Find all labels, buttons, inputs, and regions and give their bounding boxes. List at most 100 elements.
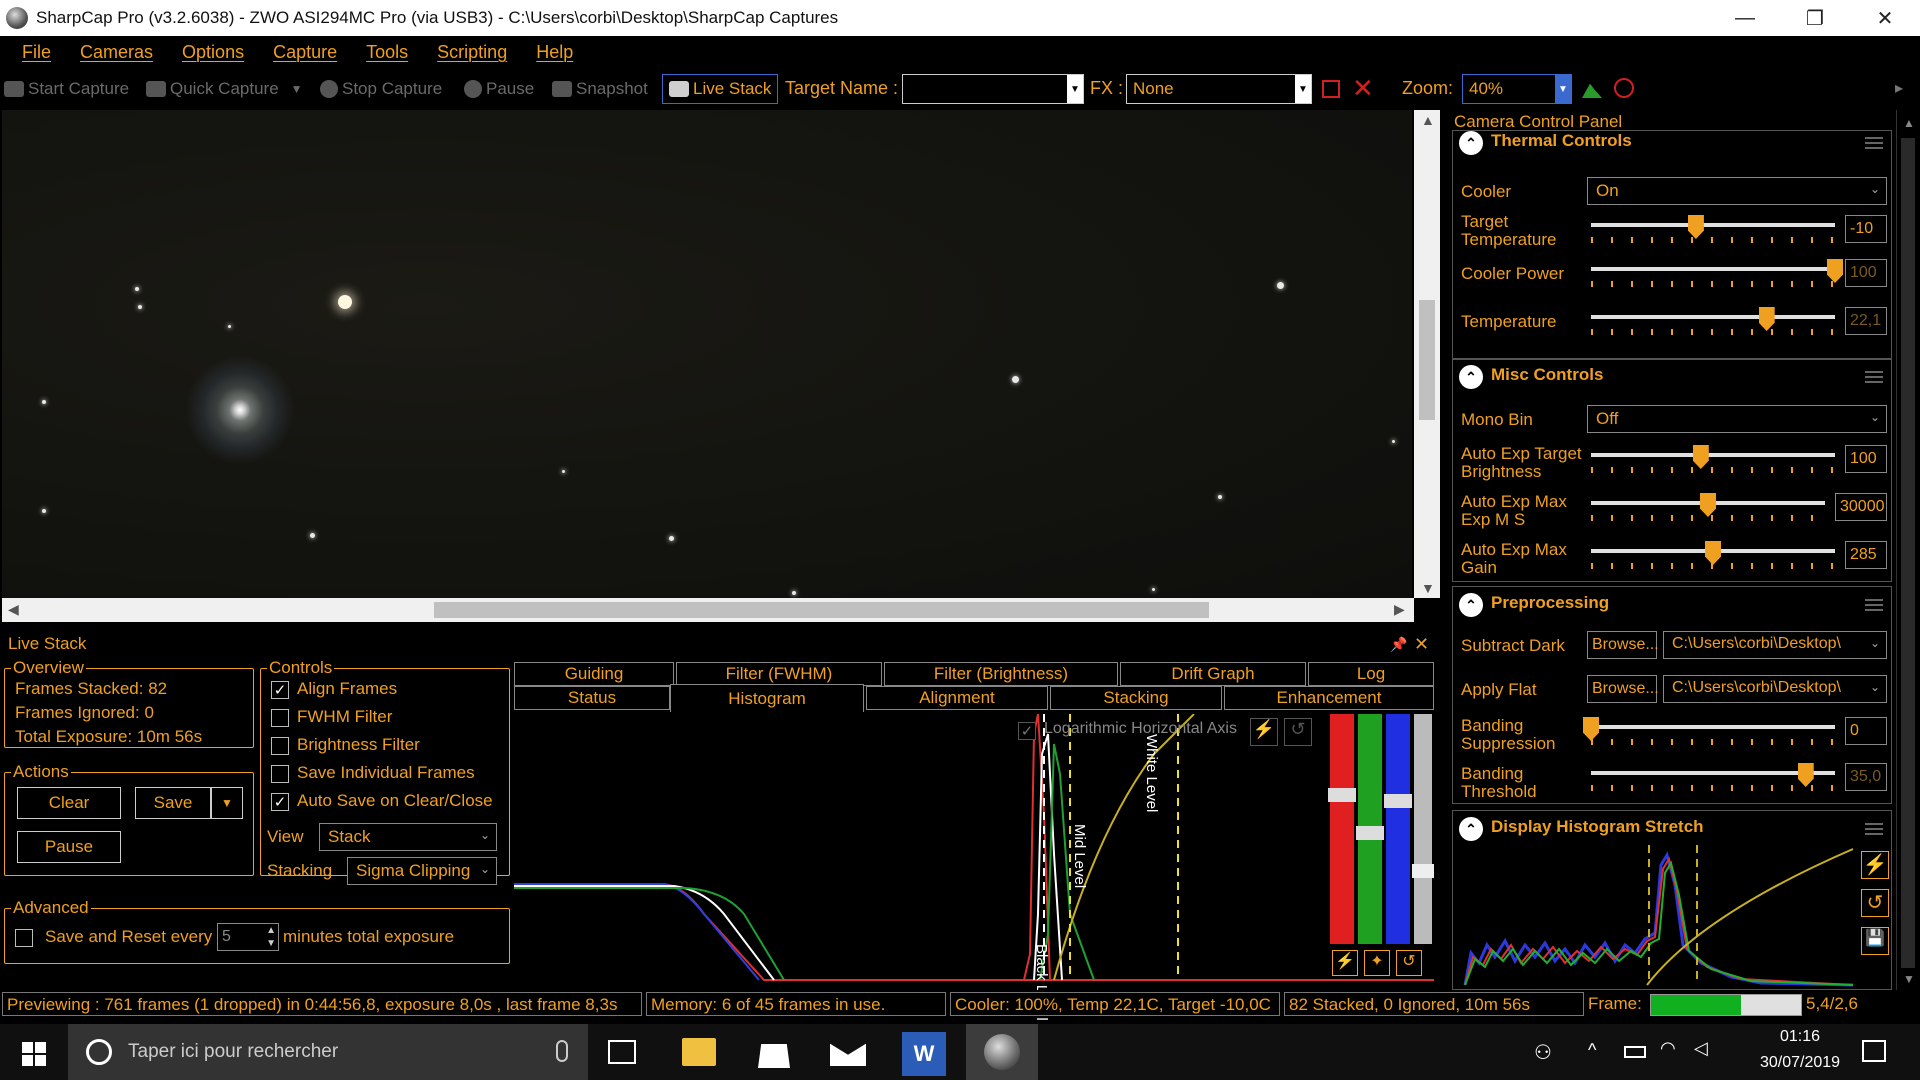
quick-capture-button[interactable]: Quick Capture ▼: [146, 76, 303, 102]
blue-balance-slider[interactable]: [1384, 714, 1412, 944]
taskbar-search-box[interactable]: Taper ici pour rechercher: [68, 1024, 588, 1080]
focus-icon[interactable]: [1614, 78, 1634, 98]
minimize-button[interactable]: —: [1710, 0, 1780, 36]
pin-icon[interactable]: 📌: [1390, 636, 1407, 653]
save-reset-checkbox[interactable]: [15, 929, 33, 947]
fwhm-filter-checkbox[interactable]: [271, 709, 289, 727]
auto-stretch-icon[interactable]: ⚡: [1861, 851, 1889, 879]
dark-file-select[interactable]: C:\Users\corbi\Desktop\ ⌄: [1663, 631, 1887, 659]
scroll-left-arrow-icon[interactable]: ◀: [8, 601, 19, 618]
menu-capture[interactable]: Capture: [273, 42, 337, 63]
slider-knob[interactable]: [1827, 259, 1843, 283]
flat-file-select[interactable]: C:\Users\corbi\Desktop\ ⌄: [1663, 675, 1887, 703]
stacking-select[interactable]: Sigma Clipping ⌄: [347, 857, 497, 885]
tab-log[interactable]: Log: [1308, 662, 1434, 686]
tab-alignment[interactable]: Alignment: [866, 686, 1048, 710]
save-individual-frames-checkbox[interactable]: [271, 765, 289, 783]
wifi-icon[interactable]: ◠: [1660, 1038, 1676, 1059]
menu-file[interactable]: File: [22, 42, 51, 63]
slider-knob[interactable]: [1705, 541, 1721, 565]
pause-button[interactable]: Pause: [464, 76, 534, 102]
slider-knob[interactable]: [1412, 864, 1434, 878]
chevron-up-icon[interactable]: ^: [1588, 1040, 1596, 1061]
menu-help[interactable]: Help: [536, 42, 573, 63]
live-stack-button[interactable]: Live Stack: [662, 74, 779, 104]
toolbar-overflow-icon[interactable]: ▸: [1895, 78, 1903, 98]
microphone-icon[interactable]: [556, 1040, 568, 1062]
histogram-graph[interactable]: [514, 714, 1434, 982]
scroll-thumb[interactable]: [1419, 300, 1435, 420]
slider-knob[interactable]: [1583, 717, 1599, 741]
mono-bin-select[interactable]: Off ⌄: [1587, 405, 1887, 433]
tab-status[interactable]: Status: [514, 686, 670, 710]
save-stretch-icon[interactable]: 💾: [1861, 927, 1889, 955]
target-name-input[interactable]: ▼: [902, 74, 1084, 104]
tab-drift-graph[interactable]: Drift Graph: [1120, 662, 1306, 686]
pause-stack-button[interactable]: Pause: [17, 831, 121, 863]
slider-knob[interactable]: [1356, 826, 1384, 840]
image-vertical-scrollbar[interactable]: ▲ ▼: [1414, 110, 1440, 598]
menu-cameras[interactable]: Cameras: [80, 42, 153, 63]
image-horizontal-scrollbar[interactable]: ◀ ▶: [2, 598, 1414, 622]
save-button[interactable]: Save: [135, 787, 211, 819]
reset-color-icon[interactable]: ↺: [1396, 950, 1422, 976]
close-panel-icon[interactable]: ✕: [1414, 634, 1429, 655]
auto-color-icon[interactable]: ⚡: [1332, 950, 1358, 976]
stack-histogram[interactable]: ✓ Logarithmic Horizontal Axis Black Leve…: [514, 714, 1434, 1021]
stepper-arrows-icon[interactable]: ▲ ▼: [266, 924, 276, 950]
scroll-thumb[interactable]: [434, 602, 1209, 618]
slider-knob[interactable]: [1328, 788, 1356, 802]
auto-exp-target-slider[interactable]: [1591, 445, 1835, 475]
reset-levels-icon[interactable]: ↺: [1284, 718, 1312, 746]
slider-knob[interactable]: [1700, 493, 1716, 517]
cooler-select[interactable]: On ⌄: [1587, 177, 1887, 205]
clock-date[interactable]: 30/07/2019: [1735, 1054, 1865, 1072]
green-balance-slider[interactable]: [1356, 714, 1384, 944]
minutes-stepper[interactable]: 5 ▲ ▼: [217, 923, 279, 951]
battery-icon[interactable]: [1624, 1046, 1646, 1058]
red-balance-slider[interactable]: [1328, 714, 1356, 944]
close-window-button[interactable]: ✕: [1850, 0, 1920, 36]
collapse-icon[interactable]: ⌃: [1459, 131, 1483, 155]
camera-panel-scrollbar[interactable]: ▲ ▼: [1896, 110, 1920, 990]
cooler-power-slider[interactable]: [1591, 259, 1843, 289]
auto-exp-target-value[interactable]: 100: [1845, 445, 1887, 473]
auto-exp-max-exp-value[interactable]: 30000: [1835, 493, 1887, 521]
zoom-select[interactable]: 40% ▼: [1462, 74, 1572, 104]
file-explorer-icon[interactable]: [682, 1038, 716, 1066]
view-select[interactable]: Stack ⌄: [319, 823, 497, 851]
menu-tools[interactable]: Tools: [366, 42, 408, 63]
tab-histogram[interactable]: Histogram: [670, 684, 864, 712]
chevron-down-icon[interactable]: ▼: [1555, 75, 1571, 103]
chevron-down-icon[interactable]: ▼: [291, 82, 303, 96]
slider-knob[interactable]: [1797, 763, 1814, 787]
tab-filter-brightness[interactable]: Filter (Brightness): [884, 662, 1118, 686]
stacked-image[interactable]: [2, 110, 1412, 598]
auto-save-checkbox[interactable]: ✓: [271, 793, 289, 811]
reticle-square-icon[interactable]: [1322, 80, 1340, 98]
banding-threshold-slider[interactable]: [1591, 763, 1835, 793]
menu-icon[interactable]: [1865, 371, 1883, 383]
scroll-up-arrow-icon[interactable]: ▲: [1903, 116, 1915, 130]
stop-capture-button[interactable]: Stop Capture: [320, 76, 442, 102]
chevron-down-icon[interactable]: ▼: [1067, 75, 1083, 103]
people-icon[interactable]: ⚇: [1534, 1040, 1552, 1065]
notifications-icon[interactable]: [1862, 1040, 1886, 1062]
browse-dark-button[interactable]: Browse...: [1587, 631, 1659, 659]
stretch-histogram-graph[interactable]: [1461, 845, 1857, 987]
menu-scripting[interactable]: Scripting: [437, 42, 507, 63]
target-temperature-slider[interactable]: [1591, 215, 1835, 245]
browse-flat-button[interactable]: Browse...: [1587, 675, 1659, 703]
image-viewer[interactable]: ▲ ▼ ◀ ▶: [0, 110, 1440, 622]
task-view-icon[interactable]: [608, 1040, 636, 1064]
collapse-icon[interactable]: ⌃: [1459, 365, 1483, 389]
scroll-thumb[interactable]: [1901, 138, 1915, 968]
scroll-up-arrow-icon[interactable]: ▲: [1421, 112, 1435, 128]
slider-knob[interactable]: [1384, 794, 1412, 808]
star-color-icon[interactable]: ✦: [1364, 950, 1390, 976]
auto-exp-max-gain-value[interactable]: 285: [1845, 541, 1887, 569]
crosshair-icon[interactable]: ✕: [1352, 75, 1374, 101]
tab-filter-fwhm[interactable]: Filter (FWHM): [676, 662, 882, 686]
word-icon[interactable]: W: [902, 1032, 946, 1076]
tab-enhancement[interactable]: Enhancement: [1224, 686, 1434, 710]
